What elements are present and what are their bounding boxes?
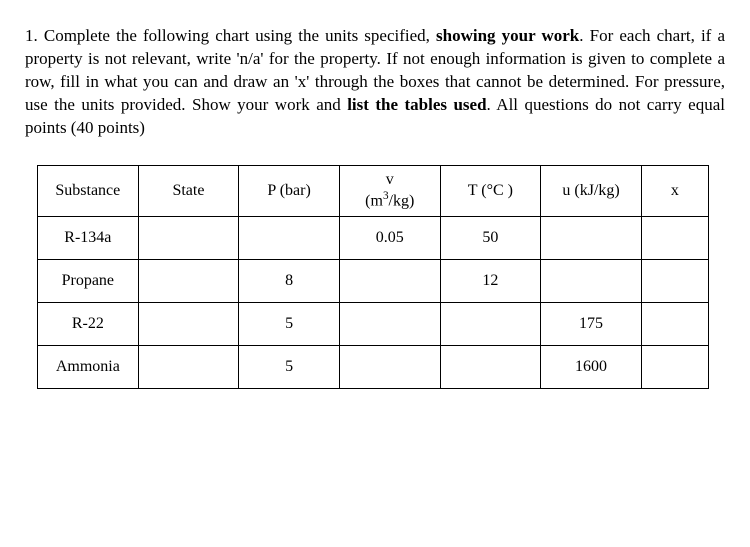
- bold-list-tables: list the tables used: [347, 95, 486, 114]
- header-quality: x: [641, 165, 708, 216]
- cell-v: [339, 259, 440, 302]
- cell-p: 5: [239, 345, 340, 388]
- cell-t: 50: [440, 216, 541, 259]
- cell-v: [339, 302, 440, 345]
- problem-statement: 1. Complete the following chart using th…: [25, 25, 725, 140]
- table-row: Propane 8 12: [38, 259, 709, 302]
- problem-number: 1.: [25, 26, 38, 45]
- header-specific-volume: v (m3/kg): [339, 165, 440, 216]
- cell-p: 8: [239, 259, 340, 302]
- table-row: Ammonia 5 1600: [38, 345, 709, 388]
- cell-u: [541, 259, 642, 302]
- header-row: Substance State P (bar) v (m3/kg) T (°C …: [38, 165, 709, 216]
- table-row: R-22 5 175: [38, 302, 709, 345]
- bold-showing-work: showing your work: [436, 26, 579, 45]
- text-part-1: Complete the following chart using the u…: [44, 26, 436, 45]
- cell-p: 5: [239, 302, 340, 345]
- cell-u: 1600: [541, 345, 642, 388]
- properties-table: Substance State P (bar) v (m3/kg) T (°C …: [37, 165, 709, 389]
- cell-state: [138, 302, 239, 345]
- cell-v: [339, 345, 440, 388]
- cell-p: [239, 216, 340, 259]
- table-row: R-134a 0.05 50: [38, 216, 709, 259]
- cell-x: [641, 302, 708, 345]
- cell-substance: R-134a: [38, 216, 139, 259]
- cell-t: [440, 345, 541, 388]
- cell-t: 12: [440, 259, 541, 302]
- cell-substance: R-22: [38, 302, 139, 345]
- v-unit-suffix: /kg): [389, 192, 415, 209]
- cell-state: [138, 216, 239, 259]
- cell-t: [440, 302, 541, 345]
- cell-state: [138, 259, 239, 302]
- cell-substance: Propane: [38, 259, 139, 302]
- cell-u: [541, 216, 642, 259]
- header-pressure: P (bar): [239, 165, 340, 216]
- cell-x: [641, 345, 708, 388]
- cell-u: 175: [541, 302, 642, 345]
- header-internal-energy: u (kJ/kg): [541, 165, 642, 216]
- cell-v: 0.05: [339, 216, 440, 259]
- header-substance: Substance: [38, 165, 139, 216]
- header-temperature: T (°C ): [440, 165, 541, 216]
- v-unit-prefix: (m: [365, 192, 383, 209]
- cell-substance: Ammonia: [38, 345, 139, 388]
- v-symbol: v: [386, 171, 394, 188]
- header-state: State: [138, 165, 239, 216]
- cell-x: [641, 259, 708, 302]
- cell-x: [641, 216, 708, 259]
- cell-state: [138, 345, 239, 388]
